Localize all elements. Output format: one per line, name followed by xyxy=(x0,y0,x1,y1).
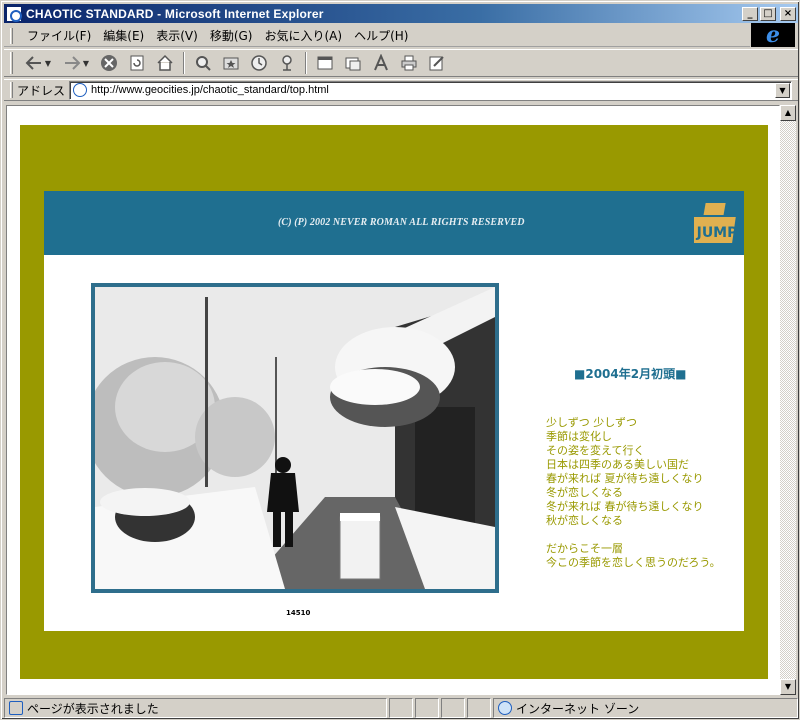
toolbar-separator xyxy=(305,52,307,74)
home-button[interactable] xyxy=(151,51,179,75)
edit-button[interactable] xyxy=(423,51,451,75)
olive-background: (C) (P) 2002 NEVER ROMAN ALL RIGHTS RESE… xyxy=(20,125,768,679)
page-icon xyxy=(73,83,88,97)
edit-icon xyxy=(429,56,444,71)
poem-line: だからこそ一層 xyxy=(546,542,623,555)
forward-icon xyxy=(64,56,81,70)
header-banner: (C) (P) 2002 NEVER ROMAN ALL RIGHTS RESE… xyxy=(44,191,744,255)
poem-spacer xyxy=(546,528,741,542)
poem-line: その姿を変えて行く xyxy=(546,444,645,457)
menu-bar: ファイル(F) 編集(E) 表示(V) 移動(G) お気に入り(A) ヘルプ(H… xyxy=(4,25,750,47)
window-controls: _ □ × xyxy=(742,6,796,21)
browser-window: CHAOTIC STANDARD - Microsoft Internet Ex… xyxy=(0,0,800,720)
close-button[interactable]: × xyxy=(780,6,796,21)
page-done-icon xyxy=(9,701,23,715)
address-bar: アドレス http://www.geocities.jp/chaotic_sta… xyxy=(4,79,798,101)
status-panel-empty xyxy=(415,698,439,718)
title-bar: CHAOTIC STANDARD - Microsoft Internet Ex… xyxy=(4,4,798,23)
poem-line: 冬が恋しくなる xyxy=(546,486,623,499)
stop-icon xyxy=(101,55,117,71)
fullscreen-button[interactable] xyxy=(311,51,339,75)
scroll-up-button[interactable]: ▲ xyxy=(780,105,796,121)
date-heading: ■2004年2月初頭■ xyxy=(574,367,687,381)
scroll-down-button[interactable]: ▼ xyxy=(780,679,796,695)
poem-line: 秋が恋しくなる xyxy=(546,514,623,527)
forward-button[interactable]: ▼ xyxy=(57,51,95,75)
poem-line: 日本は四季のある美しい国だ xyxy=(546,458,689,471)
back-button[interactable]: ▼ xyxy=(19,51,57,75)
maximize-button[interactable]: □ xyxy=(760,6,776,21)
internet-zone-icon xyxy=(498,701,512,715)
ie-logo-icon: e xyxy=(751,23,795,47)
vertical-scrollbar[interactable]: ▲ ▼ xyxy=(780,105,796,695)
channels-button[interactable] xyxy=(273,51,301,75)
jump-logo[interactable]: JUMP xyxy=(694,201,740,247)
snow-street-photo xyxy=(95,287,495,589)
favorites-icon xyxy=(223,57,239,70)
snow-photo-drawing xyxy=(95,287,495,589)
photo-frame xyxy=(91,283,499,593)
font-button[interactable] xyxy=(367,51,395,75)
status-panel-empty xyxy=(467,698,491,718)
minimize-button[interactable]: _ xyxy=(742,6,758,21)
poem-text: 少しずつ 少しずつ 季節は変化し その姿を変えて行く 日本は四季のある美しい国だ… xyxy=(546,416,741,570)
hit-counter: 14510 xyxy=(286,609,311,617)
status-panel-empty xyxy=(441,698,465,718)
toolbar-grip[interactable] xyxy=(10,52,13,74)
menu-favorites[interactable]: お気に入り(A) xyxy=(258,27,348,44)
security-zone-panel[interactable]: インターネット ゾーン xyxy=(493,698,798,718)
home-icon xyxy=(157,54,173,71)
copyright-text: (C) (P) 2002 NEVER ROMAN ALL RIGHTS RESE… xyxy=(278,217,525,228)
address-dropdown-icon[interactable]: ▼ xyxy=(775,82,790,98)
print-button[interactable] xyxy=(395,51,423,75)
search-icon xyxy=(196,56,211,71)
menu-view[interactable]: 表示(V) xyxy=(150,27,204,44)
history-icon xyxy=(251,55,267,71)
status-message-panel: ページが表示されました xyxy=(4,698,387,718)
mail-button[interactable] xyxy=(339,51,367,75)
poem-line: 季節は変化し xyxy=(546,430,612,443)
address-label: アドレス xyxy=(17,83,66,98)
back-icon xyxy=(25,56,41,70)
address-url[interactable]: http://www.geocities.jp/chaotic_standard… xyxy=(91,84,329,96)
stop-button[interactable] xyxy=(95,51,123,75)
search-button[interactable] xyxy=(189,51,217,75)
refresh-icon xyxy=(130,55,144,71)
address-input[interactable]: http://www.geocities.jp/chaotic_standard… xyxy=(69,80,792,100)
toolbar-separator xyxy=(183,52,185,74)
address-grip[interactable] xyxy=(10,82,13,98)
window-title: CHAOTIC STANDARD - Microsoft Internet Ex… xyxy=(26,6,324,21)
page-card: (C) (P) 2002 NEVER ROMAN ALL RIGHTS RESE… xyxy=(44,191,744,631)
content-area: (C) (P) 2002 NEVER ROMAN ALL RIGHTS RESE… xyxy=(6,105,780,695)
history-button[interactable] xyxy=(245,51,273,75)
status-message: ページが表示されました xyxy=(27,701,159,716)
channels-icon xyxy=(282,55,292,71)
security-zone-label: インターネット ゾーン xyxy=(516,701,640,716)
menu-file[interactable]: ファイル(F) xyxy=(21,27,97,44)
poem-line: 少しずつ 少しずつ xyxy=(546,416,638,429)
fullscreen-icon xyxy=(317,56,333,70)
status-bar: ページが表示されました インターネット ゾーン xyxy=(4,698,798,718)
poem-line: 今この季節を恋しく思うのだろう。 xyxy=(546,556,721,569)
print-icon xyxy=(401,55,417,71)
ie-page-icon xyxy=(6,5,22,22)
logo-text: JUMP xyxy=(696,225,738,241)
menu-help[interactable]: ヘルプ(H) xyxy=(348,27,414,44)
menu-go[interactable]: 移動(G) xyxy=(204,27,259,44)
standard-toolbar: ▼ ▼ xyxy=(4,49,798,77)
poem-line: 冬が来れば 春が待ち遠しくなり xyxy=(546,500,704,513)
refresh-button[interactable] xyxy=(123,51,151,75)
mail-icon xyxy=(345,57,361,71)
menu-edit[interactable]: 編集(E) xyxy=(97,27,150,44)
favorites-button[interactable] xyxy=(217,51,245,75)
menu-grip[interactable] xyxy=(10,27,13,44)
font-icon xyxy=(374,54,388,71)
status-panel-empty xyxy=(389,698,413,718)
poem-line: 春が来れば 夏が待ち遠しくなり xyxy=(546,472,704,485)
